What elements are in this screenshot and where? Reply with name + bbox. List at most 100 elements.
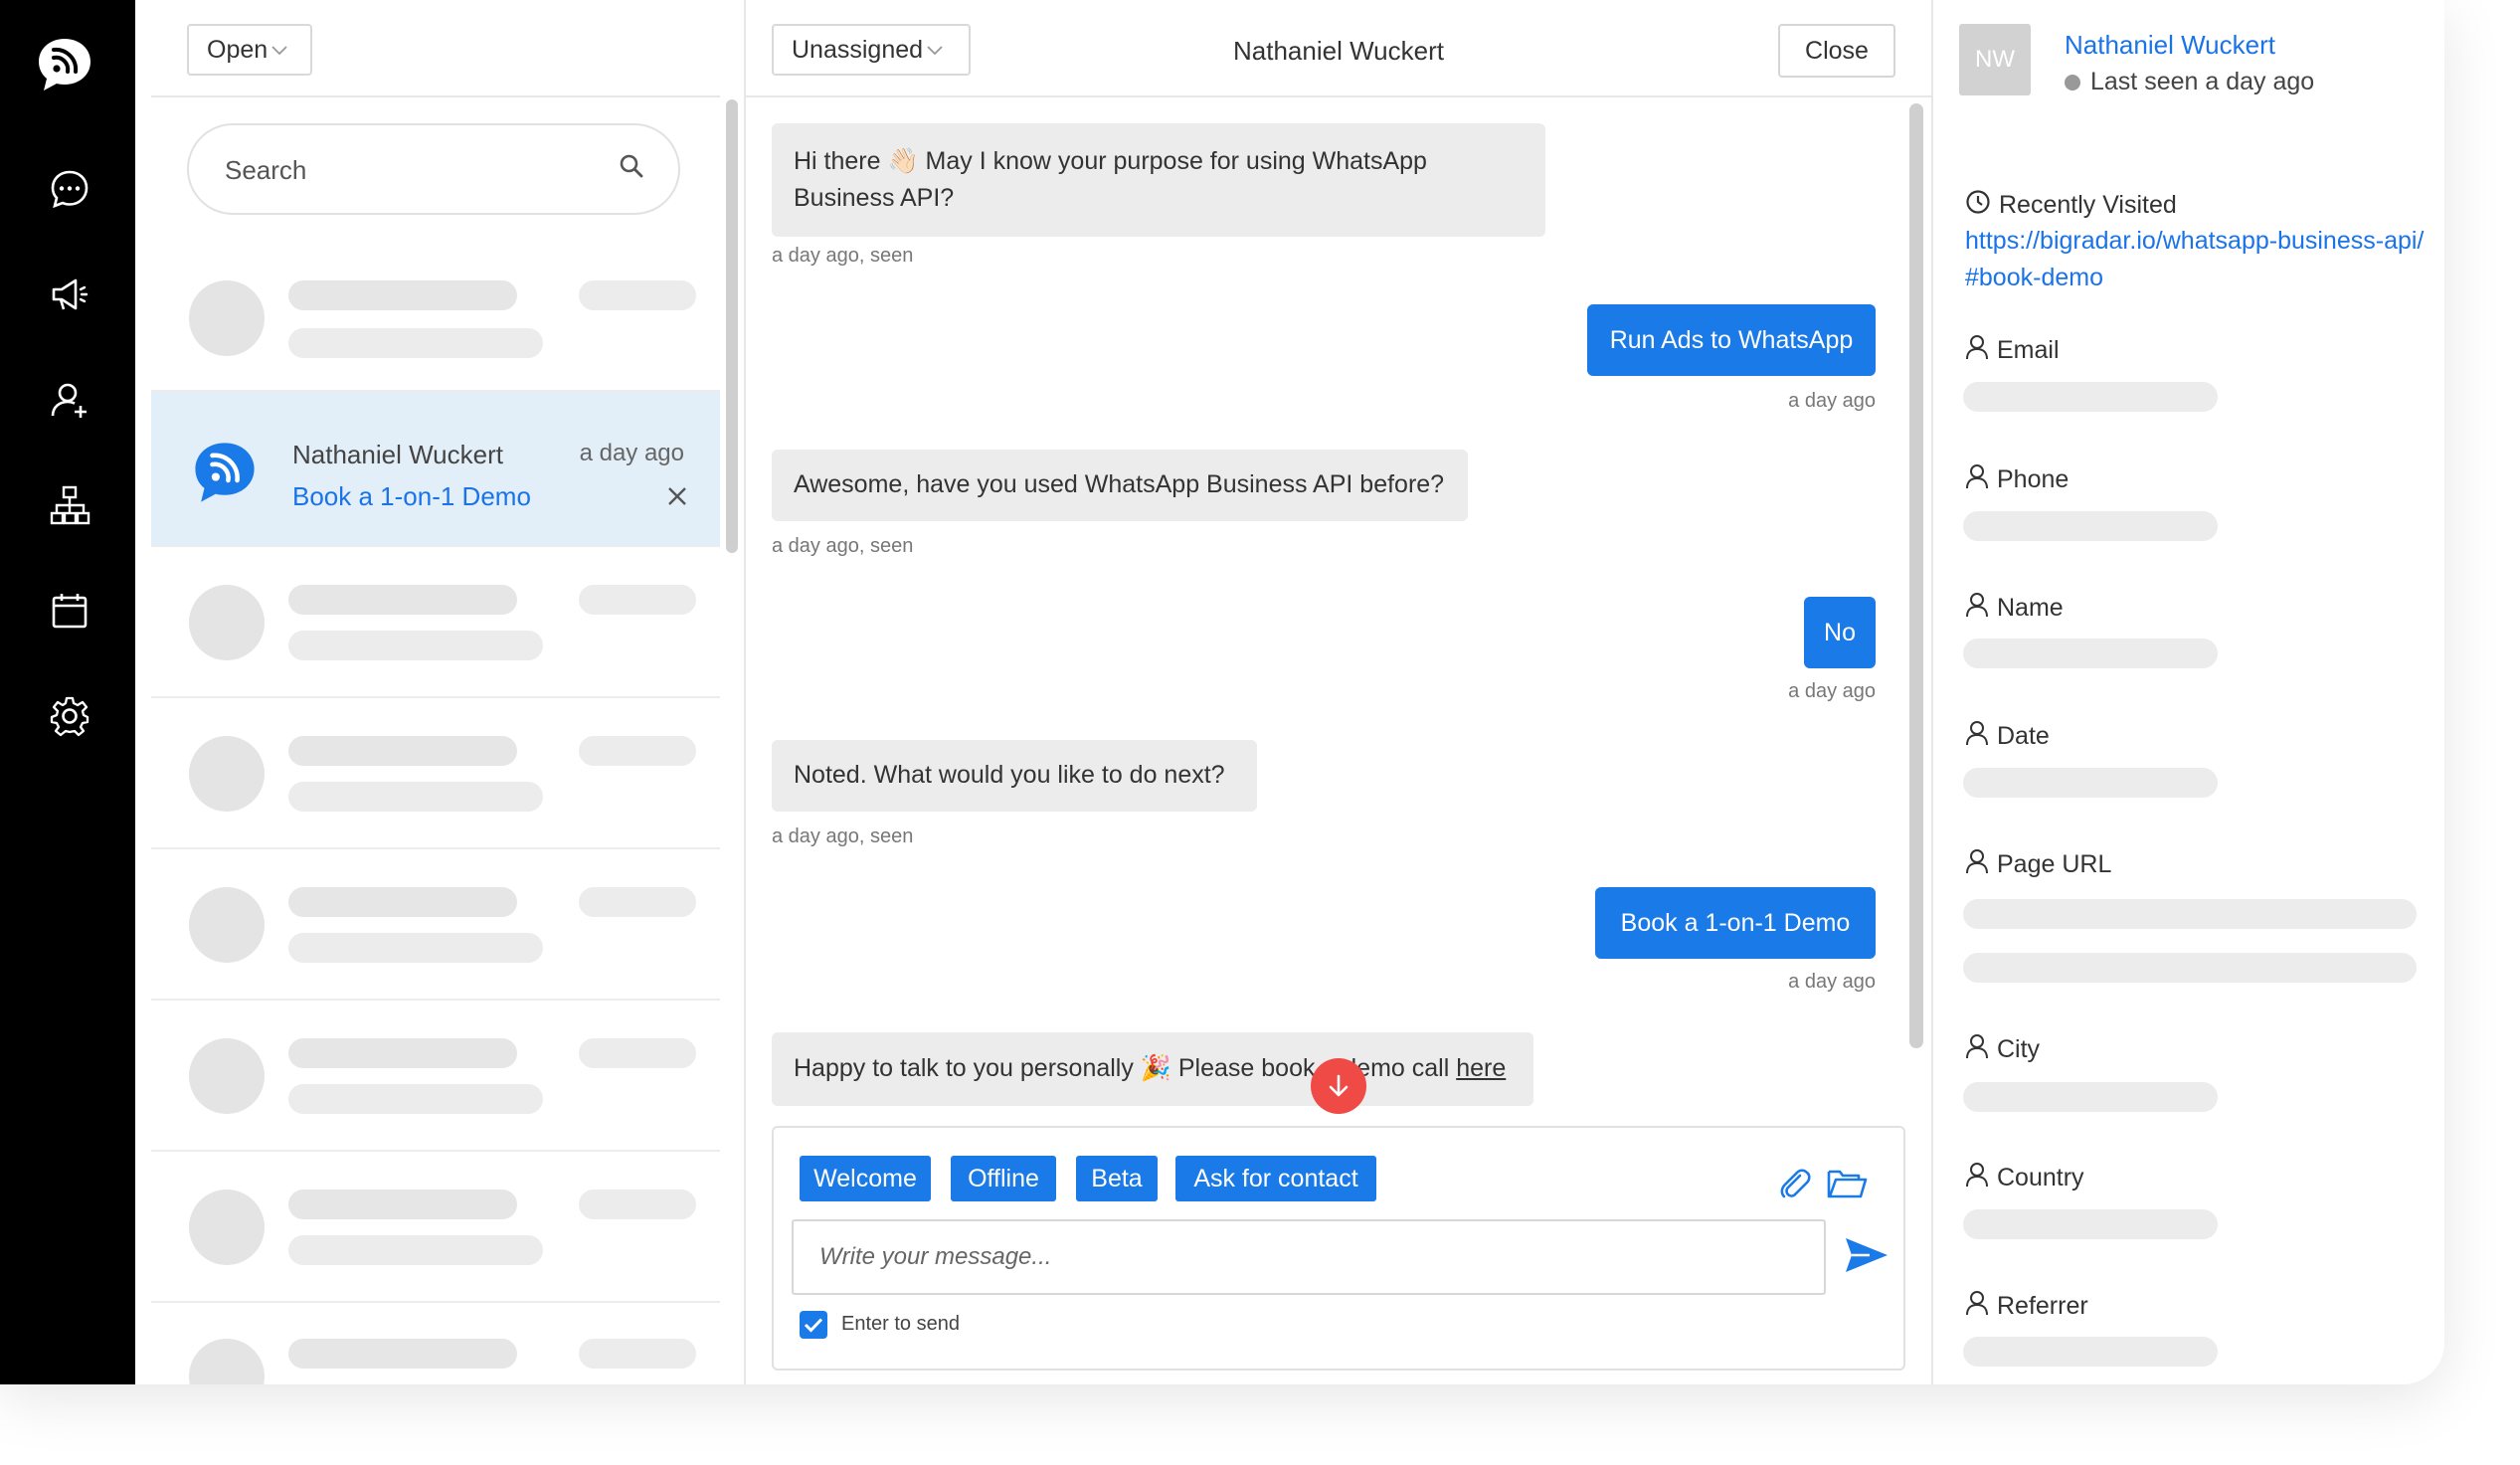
chat-logo-icon xyxy=(191,440,259,505)
user-icon xyxy=(1965,334,1989,367)
user-icon xyxy=(1965,592,1989,625)
quick-reply-welcome[interactable]: Welcome xyxy=(800,1156,931,1201)
enter-to-send-checkbox[interactable] xyxy=(800,1311,827,1339)
incoming-message: Noted. What would you like to do next? xyxy=(772,740,1257,812)
booking-link[interactable]: here xyxy=(1456,1054,1506,1082)
list-item-placeholder[interactable] xyxy=(151,241,720,392)
field-name: Name xyxy=(1965,592,2064,625)
settings-icon[interactable] xyxy=(46,692,93,740)
chat-scrollbar[interactable] xyxy=(1909,103,1923,1048)
search-icon[interactable] xyxy=(619,153,644,184)
chat-title: Nathaniel Wuckert xyxy=(1233,36,1444,66)
conversation-list: Open Search Nathaniel Wuckert a day ago … xyxy=(151,0,720,1384)
list-item-placeholder[interactable] xyxy=(151,1001,720,1152)
last-seen-text: Last seen a day ago xyxy=(2090,68,2315,95)
field-value-placeholder xyxy=(1963,1337,2218,1367)
recently-visited-link[interactable]: https://bigradar.io/whatsapp-business-ap… xyxy=(1965,223,2432,296)
text-placeholder xyxy=(579,887,696,917)
contact-name: Nathaniel Wuckert xyxy=(292,440,503,469)
list-item-placeholder[interactable] xyxy=(151,1152,720,1303)
search-input[interactable] xyxy=(223,149,585,191)
field-page-url: Page URL xyxy=(1965,848,2111,881)
field-date: Date xyxy=(1965,720,2050,753)
assign-filter-dropdown[interactable]: Unassigned xyxy=(772,24,971,76)
user-icon xyxy=(1965,463,1989,496)
text-placeholder xyxy=(288,1339,517,1369)
chevron-down-icon xyxy=(271,40,287,61)
field-phone: Phone xyxy=(1965,463,2069,496)
close-conversation-button[interactable]: Close xyxy=(1778,24,1895,78)
chat-logo-icon[interactable] xyxy=(36,36,93,93)
text-placeholder xyxy=(288,631,543,660)
avatar: NW xyxy=(1959,24,2031,95)
field-value-placeholder xyxy=(1963,639,2218,668)
chat-header: Unassigned Nathaniel Wuckert Close xyxy=(746,0,1931,97)
profile-name[interactable]: Nathaniel Wuckert xyxy=(2065,30,2275,61)
message-composer: Welcome Offline Beta Ask for contact Ent… xyxy=(772,1126,1905,1371)
messages-icon[interactable] xyxy=(46,165,93,213)
text-placeholder xyxy=(288,328,543,358)
message-meta: a day ago, seen xyxy=(772,535,914,557)
message-meta: a day ago, seen xyxy=(772,245,914,267)
status-filter-value: Open xyxy=(207,35,269,64)
text-placeholder xyxy=(579,280,696,310)
avatar-placeholder xyxy=(189,1038,265,1114)
field-country: Country xyxy=(1965,1162,2084,1194)
text-placeholder xyxy=(579,1339,696,1369)
list-item-active[interactable]: Nathaniel Wuckert a day ago Book a 1-on-… xyxy=(151,392,720,547)
scroll-down-button[interactable] xyxy=(1311,1058,1366,1114)
message-meta: a day ago xyxy=(1788,680,1876,702)
enter-to-send-label: Enter to send xyxy=(841,1313,960,1335)
clock-icon xyxy=(1965,189,1991,222)
outgoing-message: Book a 1-on-1 Demo xyxy=(1595,887,1876,959)
field-referrer: Referrer xyxy=(1965,1290,2088,1323)
text-placeholder xyxy=(288,933,543,963)
list-item-placeholder[interactable] xyxy=(151,849,720,1001)
workflow-icon[interactable] xyxy=(46,481,93,529)
quick-reply-ask-for-contact[interactable]: Ask for contact xyxy=(1175,1156,1376,1201)
status-filter-dropdown[interactable]: Open xyxy=(187,24,312,76)
folder-icon[interactable] xyxy=(1826,1166,1868,1206)
list-item-placeholder[interactable] xyxy=(151,547,720,698)
field-label: Email xyxy=(1997,336,2060,364)
field-label: Referrer xyxy=(1997,1292,2088,1320)
contacts-icon[interactable] xyxy=(46,376,93,424)
quick-reply-beta[interactable]: Beta xyxy=(1076,1156,1158,1201)
send-icon[interactable] xyxy=(1844,1235,1890,1280)
chevron-down-icon xyxy=(927,40,943,61)
assign-filter-value: Unassigned xyxy=(792,35,924,64)
search-box[interactable] xyxy=(187,123,680,215)
list-scrollbar[interactable] xyxy=(726,99,738,553)
incoming-message: Happy to talk to you personally 🎉 Please… xyxy=(772,1032,1533,1106)
field-email: Email xyxy=(1965,334,2060,367)
app-window: Open Search Nathaniel Wuckert a day ago … xyxy=(0,0,2444,1384)
field-value-placeholder xyxy=(1963,382,2218,412)
text-placeholder xyxy=(288,887,517,917)
text-placeholder xyxy=(288,1235,543,1265)
text-placeholder xyxy=(288,1084,543,1114)
text-placeholder xyxy=(288,1190,517,1219)
list-item-placeholder[interactable] xyxy=(151,1303,720,1384)
user-icon xyxy=(1965,1162,1989,1194)
text-placeholder xyxy=(288,585,517,615)
close-icon[interactable] xyxy=(662,481,692,511)
megaphone-icon[interactable] xyxy=(46,271,93,318)
incoming-message: Awesome, have you used WhatsApp Business… xyxy=(772,450,1468,521)
attachment-icon[interactable] xyxy=(1778,1168,1812,1206)
presence-status: Last seen a day ago xyxy=(2065,68,2314,96)
recently-visited-label: Recently Visited xyxy=(1999,191,2177,219)
field-value-placeholder xyxy=(1963,511,2218,541)
list-item-placeholder[interactable] xyxy=(151,698,720,849)
field-label: Date xyxy=(1997,722,2050,750)
quick-reply-offline[interactable]: Offline xyxy=(951,1156,1056,1201)
field-label: Name xyxy=(1997,594,2064,622)
message-input[interactable] xyxy=(792,1219,1826,1295)
avatar-placeholder xyxy=(189,887,265,963)
field-value-placeholder xyxy=(1963,953,2417,983)
calendar-icon[interactable] xyxy=(46,587,93,635)
field-value-placeholder xyxy=(1963,1209,2218,1239)
text-placeholder xyxy=(288,1038,517,1068)
field-value-placeholder xyxy=(1963,768,2218,798)
text-placeholder xyxy=(579,1038,696,1068)
list-header: Open xyxy=(151,0,720,97)
